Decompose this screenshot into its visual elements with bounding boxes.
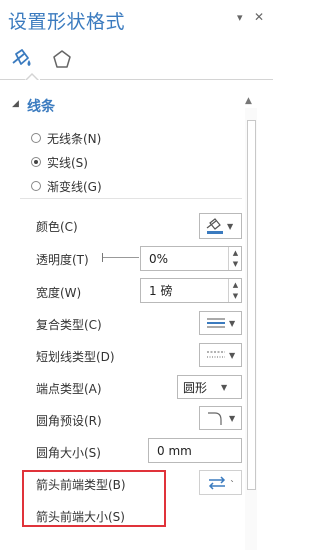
scrollbar-thumb[interactable] bbox=[247, 120, 256, 490]
radio-no-line[interactable] bbox=[31, 133, 41, 143]
close-icon[interactable]: ✕ bbox=[254, 10, 264, 24]
arrow-line-icon bbox=[208, 475, 226, 490]
tab-divider bbox=[0, 79, 25, 80]
width-value: 1 磅 bbox=[149, 284, 173, 298]
spin-up-icon[interactable]: ▲ bbox=[233, 249, 238, 257]
radio-solid-line[interactable] bbox=[31, 157, 41, 167]
transparency-label: 透明度(T) bbox=[36, 253, 89, 267]
join-size-label: 圆角大小(S) bbox=[36, 446, 101, 460]
chevron-down-icon: ▼ bbox=[221, 382, 228, 392]
arrow-begin-type-dropdown[interactable] bbox=[199, 470, 242, 495]
mouse-cursor: ˋ bbox=[230, 480, 235, 491]
join-preset-label: 圆角预设(R) bbox=[36, 414, 102, 428]
spin-up-icon[interactable]: ▲ bbox=[233, 281, 238, 289]
divider bbox=[20, 198, 242, 199]
cap-type-dropdown[interactable]: 圆形 ▼ bbox=[177, 375, 242, 399]
panel-title: 设置形状格式 bbox=[8, 11, 126, 33]
compound-type-label: 复合类型(C) bbox=[36, 318, 102, 332]
transparency-value: 0% bbox=[149, 251, 169, 266]
spin-down-icon[interactable]: ▼ bbox=[233, 292, 238, 300]
outline-color-icon bbox=[206, 218, 223, 234]
tab-effects[interactable] bbox=[49, 46, 75, 72]
pentagon-shape-icon bbox=[53, 50, 71, 68]
panel-options-dropdown[interactable]: ▾ bbox=[237, 11, 243, 24]
radio-label-gradient-line[interactable]: 渐变线(G) bbox=[47, 178, 102, 195]
radio-label-solid-line[interactable]: 实线(S) bbox=[47, 154, 88, 171]
dash-type-dropdown[interactable]: ▼ bbox=[199, 343, 242, 367]
width-input[interactable]: 1 磅 bbox=[140, 278, 242, 303]
compound-type-dropdown[interactable]: ▼ bbox=[199, 311, 242, 335]
fill-line-icon bbox=[12, 49, 31, 66]
width-spinner[interactable]: ▲ ▼ bbox=[228, 279, 242, 302]
transparency-slider-track[interactable] bbox=[103, 257, 139, 258]
width-label: 宽度(W) bbox=[36, 286, 82, 300]
section-collapse-icon[interactable]: ◢ bbox=[12, 99, 19, 109]
color-picker-button[interactable]: ▼ bbox=[199, 213, 242, 239]
chevron-down-icon: ▼ bbox=[227, 221, 234, 231]
cap-type-label: 端点类型(A) bbox=[36, 382, 102, 396]
section-title-line[interactable]: 线条 bbox=[27, 96, 55, 116]
scroll-up-arrow[interactable]: ▲ bbox=[245, 96, 252, 106]
join-preset-dropdown[interactable]: ▼ bbox=[199, 406, 242, 430]
tab-fill-line[interactable] bbox=[9, 46, 35, 72]
transparency-spinner[interactable]: ▲ ▼ bbox=[228, 247, 242, 270]
chevron-down-icon: ▼ bbox=[229, 350, 236, 360]
highlight-annotation-box bbox=[22, 470, 166, 527]
dash-line-icon bbox=[207, 351, 225, 358]
cap-type-value: 圆形 bbox=[183, 380, 208, 395]
radio-label-no-line[interactable]: 无线条(N) bbox=[47, 130, 101, 147]
chevron-down-icon: ▼ bbox=[229, 413, 236, 423]
spin-down-icon[interactable]: ▼ bbox=[233, 260, 238, 268]
compound-line-icon bbox=[207, 318, 225, 328]
color-label: 颜色(C) bbox=[36, 220, 78, 234]
dash-type-label: 短划线类型(D) bbox=[36, 350, 115, 364]
radio-gradient-line[interactable] bbox=[31, 181, 41, 191]
join-size-input[interactable]: 0 mm bbox=[148, 438, 242, 463]
chevron-down-icon: ▼ bbox=[229, 318, 236, 328]
join-size-value: 0 mm bbox=[157, 443, 192, 458]
rounded-corner-icon bbox=[208, 412, 222, 425]
transparency-input[interactable]: 0% bbox=[140, 246, 242, 271]
